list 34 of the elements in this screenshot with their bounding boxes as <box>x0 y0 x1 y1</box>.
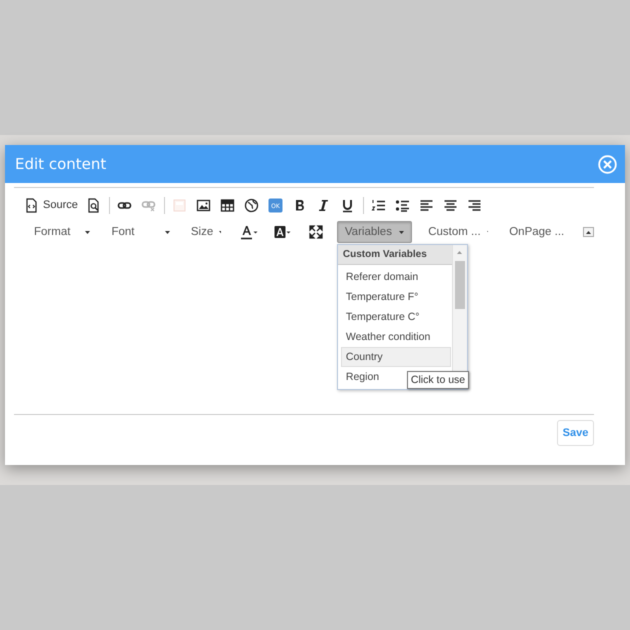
collapse-button[interactable] <box>583 227 594 237</box>
tooltip: Click to use <box>406 371 470 389</box>
dropdown-heading: Custom Variables <box>338 245 452 265</box>
text-color-icon <box>241 224 258 240</box>
caret-icon <box>399 230 404 234</box>
maximize-icon <box>308 225 323 239</box>
dropdown-button[interactable]: Format <box>26 221 98 243</box>
dropdown-item[interactable]: Referer domain <box>340 267 451 287</box>
dropdown-button[interactable]: OnPage ... <box>501 221 576 243</box>
caret-icon <box>219 230 221 234</box>
background-color-icon <box>274 224 292 240</box>
align-left-icon <box>419 198 434 212</box>
source-button[interactable]: Source <box>24 195 78 215</box>
dialog-title: Edit content <box>15 155 106 173</box>
caret-icon <box>164 230 170 234</box>
dropdown-item[interactable]: Weather condition <box>340 327 451 347</box>
close-icon[interactable] <box>598 154 617 174</box>
dropdown-button[interactable]: Size <box>182 221 229 243</box>
preview-icon <box>86 198 102 212</box>
caret-icon <box>457 251 462 254</box>
image-icon <box>196 198 212 212</box>
dropdown-item[interactable]: Country <box>340 347 451 367</box>
caret-icon <box>586 230 592 234</box>
numbered-list-icon <box>371 198 386 212</box>
dropdown-item[interactable]: Temperature F° <box>340 287 451 307</box>
table-icon <box>220 198 236 212</box>
dropdown-item[interactable]: Temperature C° <box>340 307 451 327</box>
align-right-icon <box>467 198 482 212</box>
file-code-icon <box>24 198 39 212</box>
caret-icon <box>85 230 90 234</box>
template-icon <box>172 198 188 212</box>
bulleted-list-icon <box>395 198 410 212</box>
align-center-icon <box>443 198 458 212</box>
dropdown-button[interactable]: Font <box>103 221 178 243</box>
